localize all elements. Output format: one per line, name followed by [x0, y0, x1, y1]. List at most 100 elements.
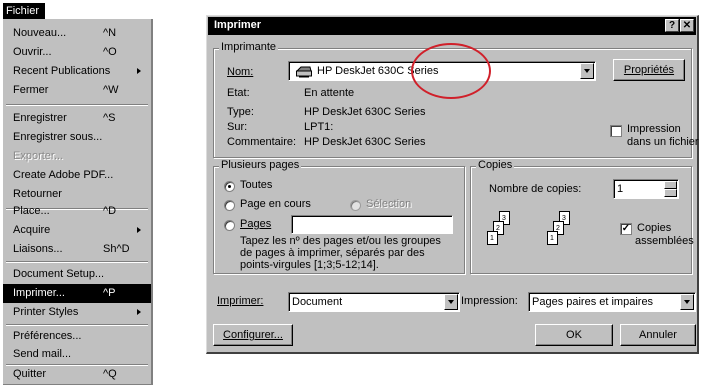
print-what-label: Imprimer:	[217, 295, 264, 307]
cancel-button[interactable]: Annuler	[620, 324, 696, 346]
collate-checkbox[interactable]: ✓	[620, 223, 632, 235]
menu-item-label: Enregistrer sous...	[13, 131, 103, 143]
print-to-file-checkbox[interactable]	[610, 125, 622, 137]
page-range-input[interactable]	[291, 215, 453, 234]
radio-selection-label: Sélection	[366, 198, 412, 210]
page-icon: 1	[487, 231, 498, 245]
dialog-title: Imprimer	[214, 19, 262, 31]
caret-down-icon[interactable]	[664, 189, 677, 197]
menu-item-preferences[interactable]: Préférences...	[3, 327, 151, 346]
ok-button[interactable]: OK	[535, 324, 613, 346]
menu-item-open[interactable]: Ouvrir... ^O	[3, 43, 151, 62]
print-what-value: Document	[292, 296, 343, 308]
file-menu-panel: Nouveau... ^N Ouvrir... ^O Recent Publicat…	[3, 19, 153, 385]
menu-item-label: Create Adobe PDF...	[13, 169, 114, 181]
print-to-file-label: Impression	[627, 123, 681, 135]
copies-count-value: 1	[617, 183, 624, 195]
radio-all-pages-label: Toutes	[240, 179, 273, 191]
menu-item-links[interactable]: Liaisons... Sh^D	[3, 240, 151, 259]
menu-item-label: Liaisons...	[13, 243, 63, 255]
menu-item-shortcut: ^P	[103, 287, 116, 299]
menu-item-print[interactable]: Imprimer... ^P	[3, 284, 151, 303]
menu-item-label: Enregistrer	[13, 112, 67, 124]
chevron-right-icon	[137, 227, 141, 233]
menu-item-quit[interactable]: Quitter ^Q	[3, 365, 151, 384]
highlight-ellipse	[411, 43, 491, 99]
copies-count-label: Nombre de copies:	[489, 183, 582, 195]
menu-separator	[6, 324, 148, 326]
type-label: Type:	[227, 106, 254, 118]
copies-group-legend: Copies	[476, 159, 515, 171]
menu-item-new[interactable]: Nouveau... ^N	[3, 24, 151, 43]
menu-item-save-as[interactable]: Enregistrer sous...	[3, 128, 151, 147]
print-range-select[interactable]: Pages paires et impaires	[528, 292, 696, 312]
type-value: HP DeskJet 630C Series	[304, 106, 426, 118]
menu-item-close[interactable]: Fermer ^W	[3, 81, 151, 100]
radio-all-pages[interactable]	[224, 181, 235, 192]
menu-separator	[6, 104, 148, 106]
copies-spinner[interactable]: 1	[613, 179, 679, 199]
menu-item-document-setup[interactable]: Document Setup...	[3, 265, 151, 284]
pages-group-legend: Plusieurs pages	[219, 159, 302, 171]
menu-item-label: Nouveau...	[13, 27, 67, 39]
menu-item-label: Acquire	[13, 224, 51, 236]
menu-item-place[interactable]: Place... ^D	[3, 202, 151, 221]
collate-label: Copies	[637, 222, 672, 234]
chevron-down-icon[interactable]	[444, 294, 458, 310]
menu-item-shortcut: Sh^D	[103, 243, 130, 255]
menu-item-label: Imprimer...	[13, 287, 65, 299]
page-range-help-2: de pages à imprimer, séparés par des	[240, 247, 425, 259]
menu-item-label: Ouvrir...	[13, 46, 52, 58]
printer-name-label: Nom:	[227, 66, 254, 78]
menu-item-shortcut: ^N	[103, 27, 117, 39]
printer-icon	[295, 66, 312, 78]
menu-item-label: Recent Publications	[13, 65, 111, 77]
radio-current-page[interactable]	[224, 200, 235, 211]
comment-label: Commentaire:	[227, 136, 297, 148]
chevron-right-icon	[137, 309, 141, 315]
radio-page-range-label: Pages	[240, 218, 272, 230]
pages-group: Plusieurs pages Toutes Page en cours Sél…	[213, 159, 465, 274]
menu-item-save[interactable]: Enregistrer ^S	[3, 109, 151, 128]
status-label: Etat:	[227, 87, 250, 99]
menu-item-label: Fermer	[13, 84, 49, 96]
print-what-select[interactable]: Document	[288, 292, 460, 312]
menu-item-acquire[interactable]: Acquire	[3, 221, 151, 240]
uncollated-illustration: 3 2 1	[487, 211, 527, 261]
print-range-value: Pages paires et impaires	[532, 296, 654, 308]
file-menu-title[interactable]: Fichier	[3, 3, 45, 19]
menu-item-label: Exporter...	[13, 150, 64, 162]
page-range-help-1: Tapez les nº des pages et/ou les groupes	[240, 235, 441, 247]
caret-up-icon[interactable]	[664, 181, 677, 189]
chevron-down-icon[interactable]	[580, 63, 594, 79]
menu-item-shortcut: ^S	[103, 112, 116, 124]
print-to-file-label-line2: dans un fichier	[627, 136, 699, 148]
status-value: En attente	[304, 87, 355, 99]
menu-item-printer-styles[interactable]: Printer Styles	[3, 303, 151, 322]
help-button[interactable]: ?	[665, 19, 679, 32]
properties-button[interactable]: Propriétés	[613, 59, 685, 81]
close-button[interactable]: ✕	[680, 19, 694, 32]
menu-item-recent-publications[interactable]: Recent Publications	[3, 62, 151, 81]
menu-item-label: Printer Styles	[13, 306, 79, 318]
menu-item-shortcut: ^Q	[103, 368, 117, 380]
page-icon: 1	[547, 231, 558, 245]
radio-page-range[interactable]	[224, 220, 235, 231]
chevron-down-icon[interactable]	[680, 294, 694, 310]
menu-item-send-mail[interactable]: Send mail...	[3, 345, 151, 364]
title-bar: Imprimer ? ✕	[208, 17, 696, 35]
comment-value: HP DeskJet 630C Series	[304, 136, 426, 148]
menu-separator	[6, 261, 148, 263]
configure-button[interactable]: Configurer...	[213, 324, 293, 346]
where-value: LPT1:	[304, 121, 334, 133]
page-range-help-3: points-virgules [1;3;5-12;14].	[240, 259, 379, 271]
chevron-right-icon	[137, 68, 141, 74]
menu-item-label: Quitter	[13, 368, 47, 380]
print-range-label: Impression:	[461, 295, 518, 307]
printer-group-legend: Imprimante	[219, 41, 279, 53]
where-label: Sur:	[227, 121, 248, 133]
menu-item-create-pdf[interactable]: Create Adobe PDF...	[3, 166, 151, 185]
menu-item-label: Place...	[13, 205, 50, 217]
collate-label-line2: assemblées	[635, 235, 694, 247]
menu-item-shortcut: ^W	[103, 84, 119, 96]
